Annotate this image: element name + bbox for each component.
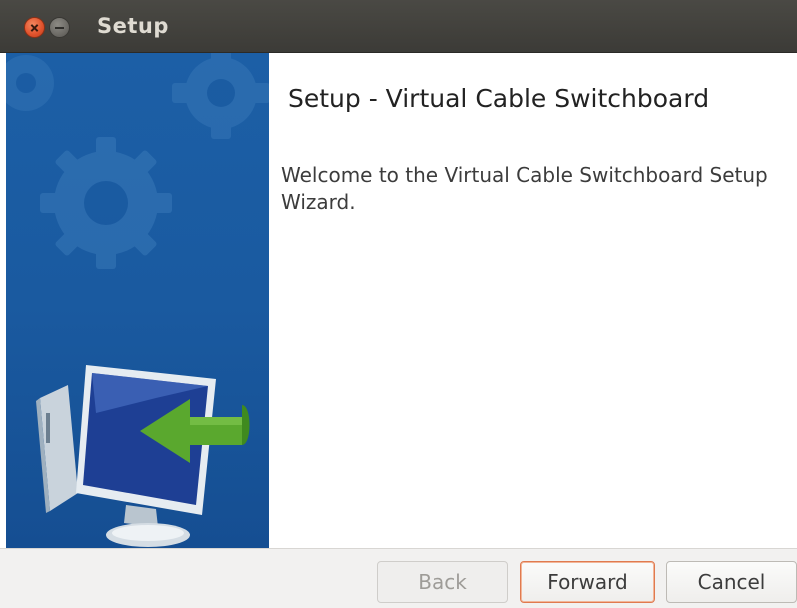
wizard-heading: Setup - Virtual Cable Switchboard	[288, 84, 710, 113]
window-title: Setup	[97, 14, 169, 38]
forward-button[interactable]: Forward	[520, 561, 655, 603]
title-bar: Setup	[0, 0, 797, 53]
wizard-side-panel	[6, 53, 269, 548]
gear-icon	[40, 137, 172, 269]
close-icon[interactable]	[24, 17, 45, 38]
minimize-icon[interactable]	[49, 17, 70, 38]
side-panel-graphic	[6, 53, 269, 547]
wizard-content: Setup - Virtual Cable Switchboard Welcom…	[269, 53, 797, 548]
button-bar: Back Forward Cancel	[0, 548, 797, 608]
welcome-text: Welcome to the Virtual Cable Switchboard…	[281, 163, 768, 214]
cancel-button[interactable]: Cancel	[666, 561, 797, 603]
back-button[interactable]: Back	[377, 561, 508, 603]
setup-window: Setup Setup - Virtual Cable Switchboard …	[0, 0, 797, 608]
